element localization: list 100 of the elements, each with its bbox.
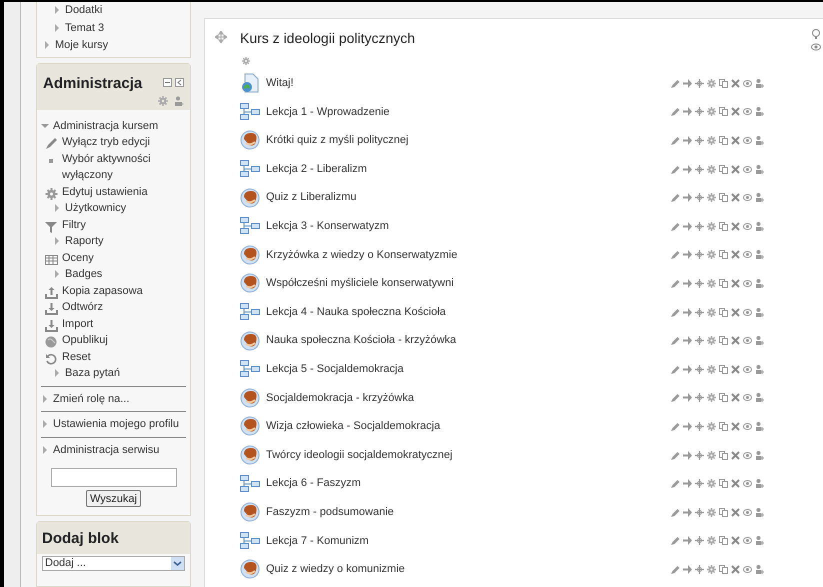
activity-link[interactable]: Lekcja 3 - Konserwatyzm <box>266 218 671 235</box>
move-icon[interactable] <box>695 278 704 288</box>
gear-icon[interactable] <box>158 96 168 106</box>
pencil-icon[interactable] <box>671 250 680 260</box>
activity-link[interactable]: Lekcja 1 - Wprowadzenie <box>266 104 671 120</box>
copy-icon[interactable] <box>719 336 728 346</box>
user-plus-icon[interactable] <box>755 164 764 174</box>
activity-link[interactable]: Faszyzm - podsumowanie <box>266 504 671 520</box>
user-plus-icon[interactable] <box>755 422 764 431</box>
tree-item[interactable]: Raporty <box>65 233 104 250</box>
eye-icon[interactable] <box>811 43 821 51</box>
copy-icon[interactable] <box>719 393 728 402</box>
activity-link[interactable]: Lekcja 6 - Faszyzm <box>266 475 671 492</box>
user-plus-icon[interactable] <box>755 193 764 202</box>
arrow-icon[interactable] <box>683 78 692 88</box>
arrow-icon[interactable] <box>683 278 692 288</box>
delete-icon[interactable] <box>731 308 740 317</box>
tree-item[interactable]: Użytkownicy <box>65 200 126 216</box>
gear-icon[interactable] <box>707 336 716 346</box>
collapsed-arrow-icon[interactable] <box>53 237 61 245</box>
user-plus-icon[interactable] <box>755 107 764 116</box>
gear-icon[interactable] <box>707 508 716 517</box>
pencil-icon[interactable] <box>671 364 680 374</box>
delete-icon[interactable] <box>731 564 740 574</box>
tree-item[interactable]: Filtry <box>62 216 86 233</box>
tree-item[interactable]: Wyłącz tryb edycji <box>62 134 150 150</box>
move-icon[interactable] <box>695 308 704 317</box>
user-plus-icon[interactable] <box>755 393 764 402</box>
copy-icon[interactable] <box>719 164 728 174</box>
pencil-icon[interactable] <box>671 336 680 346</box>
delete-icon[interactable] <box>731 393 740 402</box>
pencil-icon[interactable] <box>671 393 680 402</box>
pencil-icon[interactable] <box>671 78 680 88</box>
gear-icon[interactable] <box>707 278 716 288</box>
arrow-icon[interactable] <box>683 536 692 546</box>
move-icon[interactable] <box>695 508 704 517</box>
move-icon[interactable] <box>695 107 704 116</box>
activity-link[interactable]: Twórcy ideologii socjaldemokratycznej <box>266 446 671 464</box>
user-plus-icon[interactable] <box>755 308 764 317</box>
eye-icon[interactable] <box>743 336 752 346</box>
tree-item[interactable]: Badges <box>65 266 102 282</box>
move-icon[interactable] <box>695 78 704 88</box>
pencil-icon[interactable] <box>671 278 680 288</box>
move-icon[interactable] <box>695 536 704 546</box>
eye-icon[interactable] <box>743 222 752 231</box>
arrow-icon[interactable] <box>683 364 692 374</box>
dock-icon[interactable] <box>175 78 184 86</box>
delete-icon[interactable] <box>731 164 740 174</box>
move-icon[interactable] <box>695 393 704 402</box>
move-icon[interactable] <box>695 422 704 431</box>
copy-icon[interactable] <box>719 450 728 460</box>
move-icon[interactable] <box>695 193 704 202</box>
collapsed-arrow-icon[interactable] <box>41 420 49 428</box>
gear-icon[interactable] <box>707 450 716 460</box>
move-icon[interactable] <box>215 31 227 43</box>
gear-icon[interactable] <box>707 164 716 174</box>
tree-item[interactable]: Ustawienia mojego profilu <box>53 416 179 432</box>
activity-link[interactable]: Nauka społeczna Kościoła - krzyżówka <box>266 332 671 349</box>
copy-icon[interactable] <box>719 364 728 374</box>
eye-icon[interactable] <box>743 364 752 374</box>
activity-link[interactable]: Wizja człowieka - Socjaldemokracja <box>266 418 671 435</box>
copy-icon[interactable] <box>719 564 728 574</box>
gear-icon[interactable] <box>707 308 716 317</box>
activity-link[interactable]: Współcześni myśliciele konserwatywni <box>266 275 671 292</box>
arrow-icon[interactable] <box>683 479 692 488</box>
gear-icon[interactable] <box>707 422 716 431</box>
eye-icon[interactable] <box>743 278 752 288</box>
copy-icon[interactable] <box>719 508 728 517</box>
copy-icon[interactable] <box>719 422 728 431</box>
move-icon[interactable] <box>695 364 704 374</box>
pencil-icon[interactable] <box>671 308 680 317</box>
copy-icon[interactable] <box>719 136 728 145</box>
gear-icon[interactable] <box>707 78 716 88</box>
delete-icon[interactable] <box>731 278 740 288</box>
expanded-arrow-icon[interactable] <box>41 122 49 130</box>
arrow-icon[interactable] <box>683 450 692 460</box>
delete-icon[interactable] <box>731 536 740 546</box>
move-icon[interactable] <box>695 479 704 488</box>
gear-icon[interactable] <box>707 222 716 231</box>
activity-link[interactable]: Krótki quiz z myśli politycznej <box>266 132 671 149</box>
pencil-icon[interactable] <box>671 422 680 431</box>
delete-icon[interactable] <box>731 336 740 346</box>
tree-item[interactable]: Dodatki <box>65 2 102 18</box>
arrow-icon[interactable] <box>683 107 692 116</box>
user-plus-icon[interactable] <box>755 222 764 231</box>
delete-icon[interactable] <box>731 107 740 116</box>
pencil-icon[interactable] <box>671 164 680 174</box>
delete-icon[interactable] <box>731 450 740 460</box>
copy-icon[interactable] <box>719 193 728 202</box>
search-button[interactable]: Wyszukaj <box>86 490 141 507</box>
copy-icon[interactable] <box>719 536 728 546</box>
collapsed-arrow-icon[interactable] <box>53 6 61 14</box>
collapsed-arrow-icon[interactable] <box>43 41 51 49</box>
tree-item[interactable]: Administracja serwisu <box>53 442 160 458</box>
copy-icon[interactable] <box>719 78 728 88</box>
arrow-icon[interactable] <box>683 393 692 402</box>
arrow-icon[interactable] <box>683 164 692 174</box>
user-plus-icon[interactable] <box>755 508 764 517</box>
move-icon[interactable] <box>695 564 704 574</box>
arrow-icon[interactable] <box>683 508 692 517</box>
